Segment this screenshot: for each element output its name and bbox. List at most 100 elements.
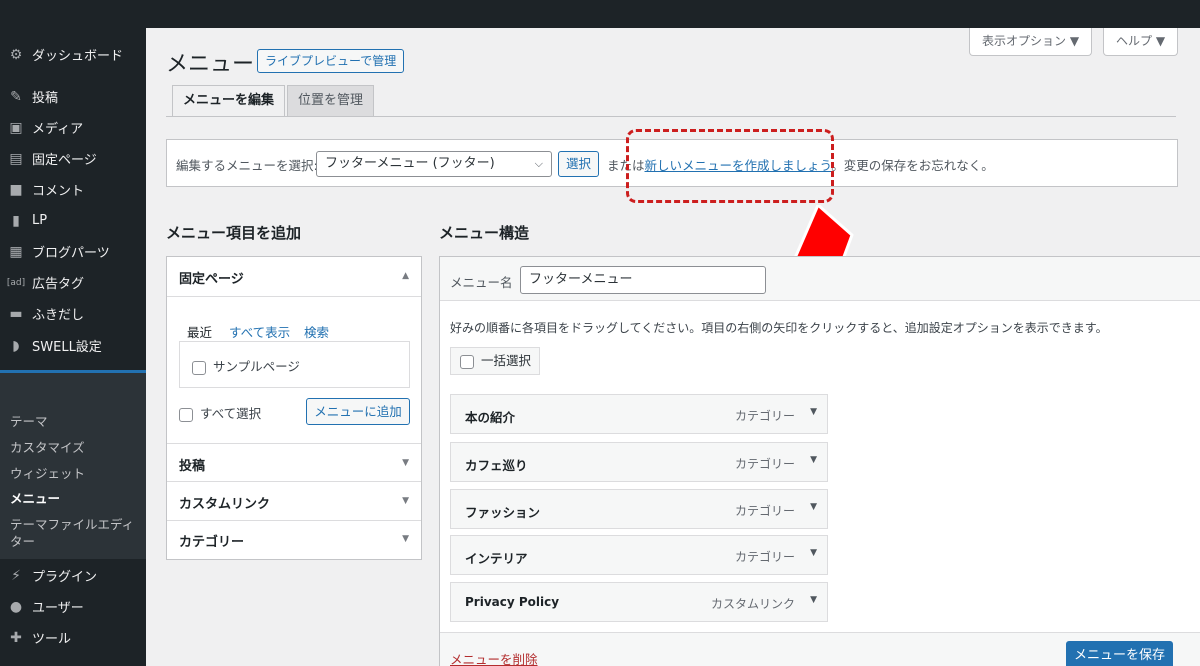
triangle-down-icon[interactable]: ▼ — [810, 548, 817, 558]
tab-search[interactable]: 検索 — [304, 322, 329, 341]
categories-accordion-header[interactable]: カテゴリー ▼ — [167, 520, 421, 559]
screen-options-button[interactable]: 表示オプション ▼ — [969, 28, 1093, 56]
wrench-icon: ✚ — [10, 629, 22, 646]
page-item-label: サンプルページ — [213, 359, 300, 374]
menu-item-type: カテゴリー — [734, 409, 795, 423]
submenu-item-customize[interactable]: カスタマイズ — [10, 439, 140, 456]
sidebar-item-label: プラグイン — [32, 570, 98, 585]
sidebar-item-users[interactable]: ● ユーザー — [0, 591, 146, 622]
sidebar-item-pages[interactable]: ▤ 固定ページ — [0, 143, 146, 174]
live-preview-button[interactable]: ライブプレビューで管理 — [257, 49, 405, 73]
sidebar-item-label: 固定ページ — [32, 153, 97, 168]
menu-item-type: カテゴリー — [734, 550, 795, 564]
sidebar-item-posts[interactable]: ✎ 投稿 — [0, 81, 146, 112]
tab-most-recent[interactable]: 最近 — [187, 322, 212, 341]
menu-structure-footer: メニューを削除 メニューを保存 — [440, 632, 1200, 666]
triangle-down-icon[interactable]: ▼ — [810, 502, 817, 512]
bulk-select-button[interactable]: 一括選択 — [450, 347, 540, 375]
menu-item[interactable]: インテリア カテゴリー ▼ — [450, 535, 828, 575]
page-checkbox-item[interactable]: サンプルページ — [192, 356, 300, 375]
menu-select-label: 編集するメニューを選択: — [176, 158, 318, 173]
menu-structure-panel: メニュー名 フッターメニュー 好みの順番に各項目をドラッグしてください。項目の右… — [439, 256, 1200, 666]
tab-view-all[interactable]: すべて表示 — [229, 322, 290, 341]
submenu-item-themes[interactable]: テーマ — [10, 413, 140, 430]
triangle-down-icon[interactable]: ▼ — [810, 455, 817, 465]
comment-icon: ■ — [9, 181, 23, 198]
appearance-submenu: テーマ カスタマイズ ウィジェット メニュー テーマファイルエディター — [0, 373, 146, 559]
menu-item[interactable]: Privacy Policy カスタムリンク ▼ — [450, 582, 828, 622]
pages-accordion-title: 固定ページ — [179, 272, 244, 287]
triangle-down-icon: ▼ — [402, 458, 409, 468]
triangle-down-icon: ▼ — [402, 496, 409, 506]
admin-sidebar: ⚙ ダッシュボード ✎ 投稿 ▣ メディア ▤ 固定ページ ■ コメント ▮ LP ▦ ブログ… — [0, 28, 146, 666]
sidebar-item-label: メディア — [32, 122, 84, 137]
chevron-down-icon: ⌵ — [534, 157, 543, 170]
highlight-box — [626, 129, 834, 203]
pages-accordion-header[interactable]: 固定ページ ▲ — [167, 257, 421, 297]
help-button[interactable]: ヘルプ ▼ — [1103, 28, 1179, 56]
triangle-up-icon: ▲ — [402, 271, 409, 281]
admin-bar — [0, 0, 1200, 28]
bulk-select-label: 一括選択 — [481, 353, 532, 368]
add-to-menu-button[interactable]: メニューに追加 — [306, 398, 410, 425]
drag-instructions: 好みの順番に各項目をドラッグしてください。項目の右側の矢印をクリックすると、追加… — [450, 321, 1108, 335]
sidebar-item-swell-settings[interactable]: ◗ SWELL設定 — [0, 330, 146, 361]
submenu-item-theme-file-editor[interactable]: テーマファイルエディター — [10, 516, 140, 550]
sidebar-item-plugins[interactable]: ⚡ プラグイン — [0, 560, 146, 591]
sidebar-item-speech-bubbles[interactable]: ▬ ふきだし — [0, 298, 146, 329]
submenu-item-widgets[interactable]: ウィジェット — [10, 465, 140, 482]
sidebar-item-dashboard[interactable]: ⚙ ダッシュボード — [0, 39, 146, 70]
delete-menu-link[interactable]: メニューを削除 — [450, 649, 538, 666]
sidebar-item-comments[interactable]: ■ コメント — [0, 174, 146, 205]
plugin-icon: ⚡ — [11, 567, 21, 584]
tab-manage-locations[interactable]: 位置を管理 — [287, 85, 375, 117]
checkbox[interactable] — [192, 360, 206, 375]
menu-item-title: カフェ巡り — [465, 458, 528, 473]
menu-structure-heading: メニュー構造 — [439, 224, 530, 242]
sidebar-item-media[interactable]: ▣ メディア — [0, 112, 146, 143]
checkbox[interactable] — [179, 407, 193, 422]
select-all-label: すべて選択 — [200, 406, 262, 421]
menu-item-type: カテゴリー — [734, 457, 795, 471]
select-all-checkbox[interactable]: すべて選択 — [179, 403, 261, 422]
sidebar-item-label: ツール — [32, 632, 72, 647]
page-icon: ▤ — [9, 150, 23, 167]
sidebar-item-tools[interactable]: ✚ ツール — [0, 622, 146, 653]
menu-item-type: カスタムリンク — [710, 597, 795, 611]
dashboard-icon: ⚙ — [9, 46, 23, 63]
submenu-item-menus[interactable]: メニュー — [10, 490, 140, 507]
sidebar-item-label: LP — [32, 213, 48, 228]
sidebar-item-ad-tags[interactable]: [ad] 広告タグ — [0, 267, 146, 298]
menu-select-dropdown[interactable]: フッターメニュー (フッター) ⌵ — [316, 151, 552, 177]
pin-icon: ✎ — [10, 88, 22, 105]
menu-item[interactable]: カフェ巡り カテゴリー ▼ — [450, 442, 828, 482]
tab-edit-menus[interactable]: メニューを編集 — [172, 85, 286, 117]
menu-name-input[interactable]: フッターメニュー — [520, 266, 766, 294]
sidebar-item-lp[interactable]: ▮ LP — [0, 205, 146, 236]
sidebar-item-label: ブログパーツ — [32, 246, 110, 261]
grid-icon: ▦ — [9, 243, 23, 260]
add-menu-items-heading: メニュー項目を追加 — [166, 224, 302, 242]
select-button[interactable]: 選択 — [558, 151, 600, 177]
menu-item-title: ファッション — [465, 505, 541, 520]
triangle-down-icon: ▼ — [402, 534, 409, 544]
menu-item[interactable]: ファッション カテゴリー ▼ — [450, 489, 828, 529]
tab-divider — [166, 116, 1176, 117]
custom-links-accordion-header[interactable]: カスタムリンク ▼ — [167, 481, 421, 520]
posts-accordion-header[interactable]: 投稿 ▼ — [167, 443, 421, 481]
hint-suffix: 。変更の保存をお忘れなく。 — [831, 158, 994, 173]
document-icon: ▮ — [12, 212, 20, 229]
menu-name-label: メニュー名 — [450, 275, 513, 290]
page-title: メニュー — [166, 52, 255, 77]
menu-item[interactable]: 本の紹介 カテゴリー ▼ — [450, 394, 828, 434]
save-menu-button[interactable]: メニューを保存 — [1066, 641, 1173, 666]
menu-item-title: Privacy Policy — [465, 595, 560, 609]
checkbox[interactable] — [460, 354, 474, 369]
sidebar-item-label: ふきだし — [32, 308, 85, 323]
triangle-down-icon[interactable]: ▼ — [810, 407, 817, 417]
sidebar-item-label: コメント — [32, 184, 85, 199]
menu-item-type: カテゴリー — [734, 504, 795, 518]
sidebar-item-blog-parts[interactable]: ▦ ブログパーツ — [0, 236, 146, 267]
triangle-down-icon[interactable]: ▼ — [810, 595, 817, 605]
user-icon: ● — [9, 598, 23, 615]
